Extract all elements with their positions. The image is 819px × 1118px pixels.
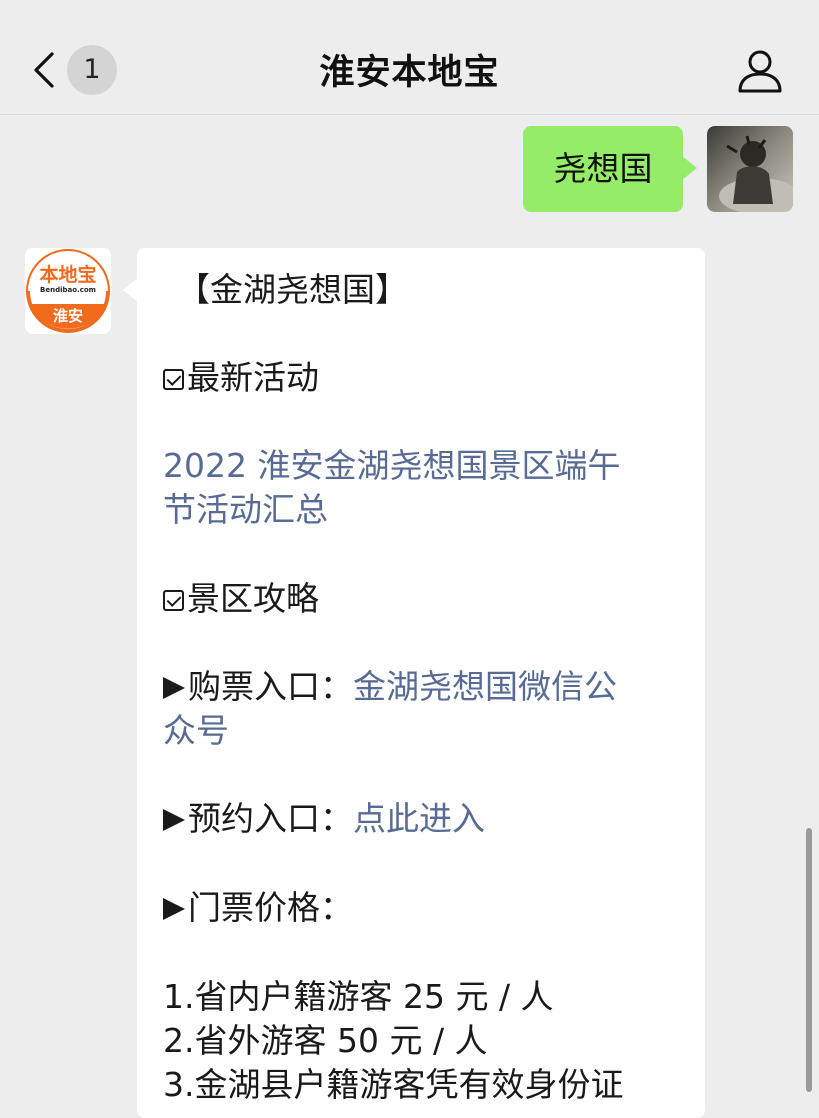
activity-link-line2[interactable]: 节活动汇总	[163, 488, 328, 532]
logo-text-url: Bendibao.com	[40, 286, 96, 294]
booking-entry: 预约入口：点此进入	[163, 797, 485, 841]
chat-header: 1 淮安本地宝	[0, 0, 819, 115]
booking-link[interactable]: 点此进入	[353, 799, 485, 838]
user-profile-icon[interactable]	[736, 48, 784, 94]
play-triangle-icon	[163, 809, 185, 831]
price-item-1: 1.省内户籍游客 25 元 / 人	[163, 977, 554, 1016]
user-avatar-image	[707, 126, 793, 212]
received-message-bubble[interactable]: 【金湖尧想国】 最新活动 2022 淮安金湖尧想国景区端午 节活动汇总 景区攻略…	[123, 248, 705, 1118]
play-triangle-icon	[163, 898, 185, 920]
checkbox-icon	[163, 369, 184, 390]
price-item-3: 3.金湖县户籍游客凭有效身份证	[163, 1065, 624, 1104]
chat-title: 淮安本地宝	[319, 53, 500, 93]
logo-text-top: 本地宝	[39, 264, 97, 286]
section-latest-activities: 最新活动	[163, 356, 319, 400]
section-scenic-guide: 景区攻略	[163, 577, 319, 621]
message-heading: 【金湖尧想国】	[177, 270, 408, 309]
price-item-2: 2.省外游客 50 元 / 人	[163, 1021, 488, 1060]
scrollbar[interactable]	[806, 828, 812, 1092]
official-account-avatar[interactable]: 本地宝 Bendibao.com 淮安	[25, 248, 111, 334]
ticket-price-label: 门票价格：	[163, 886, 353, 930]
ticket-link[interactable]: 金湖尧想国微信公	[353, 667, 617, 706]
play-triangle-icon	[163, 677, 185, 699]
checkbox-icon	[163, 590, 184, 611]
ticket-entry: 购票入口：金湖尧想国微信公	[163, 665, 617, 709]
activity-link-line1[interactable]: 2022 淮安金湖尧想国景区端午	[163, 444, 620, 488]
logo-text-city: 淮安	[52, 307, 83, 325]
sent-message-bubble[interactable]: 尧想国	[523, 126, 697, 212]
user-avatar[interactable]	[707, 126, 793, 212]
ticket-link-line2[interactable]: 众号	[163, 709, 229, 753]
